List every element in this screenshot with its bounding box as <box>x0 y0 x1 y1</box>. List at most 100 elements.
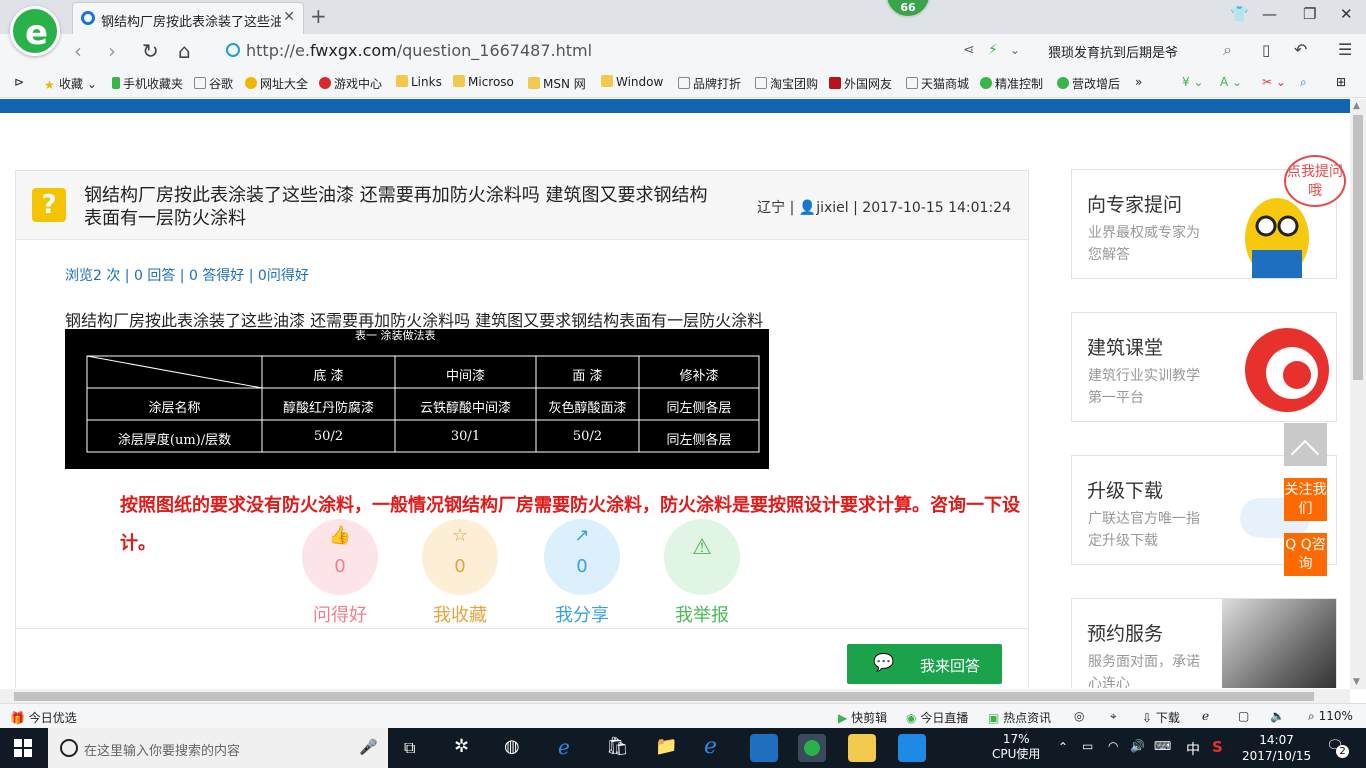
vertical-scrollbar[interactable]: ▲ ▼ <box>1350 99 1366 689</box>
sidebar-appointment[interactable]: 预约服务 服务面对面，承诺心连心 <box>1071 598 1337 688</box>
ime-indicator[interactable]: 中 <box>1186 739 1200 759</box>
bookmark-item[interactable]: 谷歌 <box>194 75 233 92</box>
zoom-level[interactable]: ⌕ 110% <box>1308 709 1353 724</box>
home-icon[interactable]: ⌂ <box>178 39 191 63</box>
browser-logo-icon[interactable]: e <box>10 6 60 56</box>
ie-icon[interactable]: ℯ <box>704 734 717 759</box>
skin-icon[interactable]: 👕 <box>1230 5 1249 23</box>
favorite-label[interactable]: 我收藏 <box>410 601 510 627</box>
volume-icon[interactable]: 🔊 <box>1130 739 1145 753</box>
screenshot-icon[interactable]: ✂ ⌄ <box>1262 75 1286 89</box>
bookmark-item[interactable]: Window <box>601 75 663 89</box>
gtj-app-icon[interactable] <box>750 734 778 762</box>
windows-start-icon[interactable] <box>14 739 32 757</box>
mute-icon[interactable]: 🔈 <box>1270 709 1285 723</box>
bookmark-item[interactable]: 精准控制 <box>980 75 1043 92</box>
sidebar-course[interactable]: 建筑课堂 建筑行业实训教学第一平台 <box>1071 312 1337 422</box>
reply-button[interactable]: 💬 我来回答 <box>847 644 1002 684</box>
file-explorer-icon[interactable]: 📁 <box>655 736 677 757</box>
bookmark-item[interactable]: Links <box>396 75 442 89</box>
battery-icon[interactable]: ▭ <box>1082 739 1093 753</box>
report-label[interactable]: 我举报 <box>652 601 752 627</box>
cpu-meter[interactable]: 17% CPU使用 <box>992 732 1040 762</box>
scroll-up-icon[interactable]: ▲ <box>1353 101 1360 111</box>
share-icon[interactable]: ⋖ <box>963 42 975 58</box>
coupon-icon[interactable]: ¥ ⌄ <box>1182 75 1204 89</box>
scrollbar-thumb[interactable] <box>14 692 1314 701</box>
like-label[interactable]: 问得好 <box>290 601 390 627</box>
back-to-top-button[interactable] <box>1284 423 1327 469</box>
translate-icon[interactable]: A ⌄ <box>1220 75 1242 89</box>
back-icon[interactable]: ‹ <box>74 39 82 63</box>
qq-consult-button[interactable]: Q Q咨询 <box>1284 533 1327 576</box>
bookmark-item[interactable]: Microso <box>453 75 514 89</box>
task-view-icon[interactable]: ⧉ <box>404 738 415 758</box>
taskbar-search[interactable]: 在这里输入你要搜索的内容 🎤 <box>48 728 388 768</box>
share-label[interactable]: 我分享 <box>532 601 632 627</box>
browser-taskbar-icon[interactable] <box>798 734 826 762</box>
speed-dial-icon[interactable]: ◎ <box>1074 709 1084 723</box>
address-url[interactable]: http://e.fwxgx.com/question_1667487.html <box>246 41 592 60</box>
dropdown-icon[interactable]: ⌄ <box>1010 43 1020 57</box>
close-tab-icon[interactable]: ✕ <box>283 9 295 25</box>
pin-icon[interactable]: ⌖ <box>1110 709 1117 724</box>
more-bookmarks-icon[interactable]: » <box>1135 75 1142 89</box>
fan-app-icon[interactable]: ✲ <box>454 736 469 757</box>
tray-chevron-icon[interactable]: ⌃ <box>1058 740 1068 754</box>
status-item[interactable]: ▣ 热点资讯 <box>988 709 1051 726</box>
speed-icon[interactable]: ⚡ <box>988 42 998 58</box>
close-window-icon[interactable]: ✕ <box>1340 5 1353 23</box>
magnifier-icon[interactable]: ⌕ <box>1300 75 1307 90</box>
scrollbar-thumb[interactable] <box>1353 115 1363 380</box>
menu-icon[interactable]: ☰ <box>1338 40 1352 59</box>
today-pick[interactable]: 🎁 今日优选 <box>10 709 77 726</box>
bookmark-item[interactable]: 网址大全 <box>245 75 308 92</box>
restore-icon[interactable]: ❐ <box>1303 5 1316 23</box>
minimize-icon[interactable]: — <box>1262 5 1277 23</box>
bookmark-item[interactable]: MSN 网 <box>528 75 586 92</box>
scroll-down-icon[interactable]: ▼ <box>1353 677 1360 687</box>
bookmark-item[interactable]: ★ 收藏 ⌄ <box>44 75 97 92</box>
search-box[interactable]: 猥琐发育抗到后期是爷 ⌕ <box>1042 37 1242 65</box>
store-icon[interactable]: 🛍 <box>606 736 629 757</box>
sidebar-toggle-icon[interactable]: ⊳ <box>14 75 24 89</box>
follow-us-button[interactable]: 关注我们 <box>1284 478 1327 521</box>
bookmark-item[interactable]: 天猫商城 <box>906 75 969 92</box>
bookmark-item[interactable]: 营改增后 <box>1057 75 1120 92</box>
status-item[interactable]: ▶ 快剪辑 <box>838 709 887 726</box>
question-region: 辽宁 <box>757 200 786 216</box>
window-icon[interactable]: ▢ <box>1238 709 1249 723</box>
ask-bubble[interactable]: 点我提问哦 <box>1284 155 1346 207</box>
taskbar-search-placeholder[interactable]: 在这里输入你要搜索的内容 <box>84 740 240 759</box>
browser-tab[interactable]: 钢结构厂房按此表涂装了这些油漆 ✕ <box>72 2 304 34</box>
notification-badge[interactable]: 66 <box>885 0 931 18</box>
notes-app-icon[interactable] <box>848 734 876 762</box>
keyboard-icon[interactable]: ⌨ <box>1154 739 1171 753</box>
bookmark-item[interactable]: 游戏中心 <box>319 75 382 92</box>
bookmark-item[interactable]: 外国网友 <box>829 75 892 92</box>
microphone-icon[interactable]: 🎤 <box>359 738 378 756</box>
status-item[interactable]: ⇩ 下载 <box>1142 709 1180 726</box>
ie-mode-icon[interactable]: ℯ <box>1202 709 1209 723</box>
search-icon[interactable]: ⌕ <box>1223 40 1232 60</box>
wifi-icon[interactable]: ◠ <box>1108 739 1118 753</box>
bookmark-item[interactable]: 手机收藏夹 <box>112 75 183 92</box>
status-item[interactable]: ◉ 今日直播 <box>906 709 968 726</box>
tool-app-icon[interactable] <box>898 734 926 762</box>
bookmark-item[interactable]: 淘宝团购 <box>755 75 818 92</box>
address-bar[interactable]: http://e.fwxgx.com/question_1667487.html <box>222 37 992 65</box>
bookmark-item[interactable]: 品牌打折 <box>678 75 741 92</box>
forward-icon[interactable]: › <box>108 39 116 63</box>
clock[interactable]: 14:07 2017/10/15 <box>1242 732 1311 764</box>
undo-icon[interactable]: ↶ <box>1294 40 1307 59</box>
refresh-icon[interactable]: ↻ <box>142 39 159 63</box>
search-input[interactable]: 猥琐发育抗到后期是爷 <box>1048 42 1178 61</box>
edge-icon[interactable]: ℯ <box>558 735 570 759</box>
mobile-icon[interactable]: ▯ <box>1262 41 1270 59</box>
apps-grid-icon[interactable]: ⊞ <box>1336 75 1346 89</box>
new-tab-icon[interactable]: + <box>310 4 327 28</box>
horizontal-scrollbar[interactable] <box>0 689 1350 703</box>
sogou-ime-icon[interactable]: S <box>1212 738 1223 756</box>
question-user[interactable]: jixiel <box>816 200 848 216</box>
app-icon[interactable]: ◍ <box>504 736 520 757</box>
